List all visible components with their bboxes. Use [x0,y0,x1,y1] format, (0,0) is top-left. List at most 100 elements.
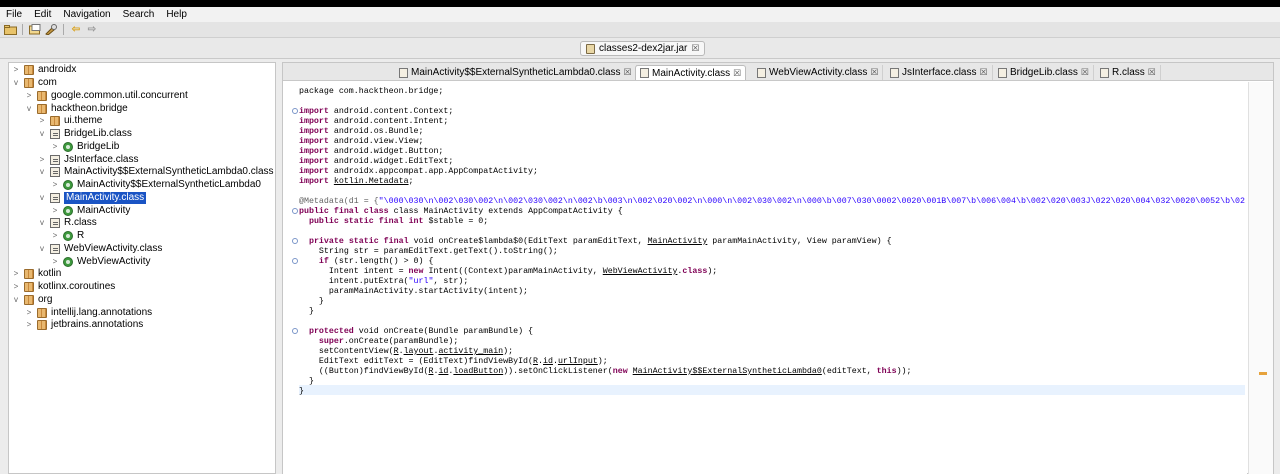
tree-item[interactable]: v WebViewActivity.class [38,243,162,256]
tree-item[interactable]: > ui.theme [38,115,102,128]
code-link[interactable]: id [543,357,553,366]
chevron-down-icon[interactable]: v [12,77,20,89]
close-icon[interactable]: ☒ [1148,67,1156,78]
tree-item[interactable]: > WebViewActivity [51,255,151,268]
code-editor[interactable]: package com.hacktheon.bridge; import and… [283,82,1247,474]
chevron-down-icon[interactable]: v [38,166,46,178]
chevron-down-icon[interactable]: v [38,128,46,140]
code-link[interactable]: id [438,367,448,376]
menu-search[interactable]: Search [117,7,161,22]
top-black-bar [0,0,1280,7]
tree-item[interactable]: > kotlin [12,268,61,281]
close-icon[interactable]: ☒ [624,67,632,78]
back-arrow-icon[interactable]: ⇦ [69,24,83,36]
code-link[interactable]: WebViewActivity [603,267,678,276]
chevron-down-icon[interactable]: v [38,243,46,255]
chevron-right-icon[interactable]: > [51,141,59,153]
code-line: ((Button)findViewById(R.id.loadButton)).… [318,367,912,376]
tree-item[interactable]: v BridgeLib.class [38,128,132,141]
tree-item[interactable]: > google.common.util.concurrent [25,90,188,103]
menu-file[interactable]: File [0,7,28,22]
fold-marker-icon[interactable] [292,208,298,214]
class-file-icon [757,67,766,78]
package-icon [24,294,34,305]
open-file-icon[interactable] [28,24,42,36]
tab-bridgelib[interactable]: BridgeLib.class ☒ [994,65,1094,80]
tree-item[interactable]: > MainActivity$$ExternalSyntheticLambda0 [51,179,261,192]
chevron-right-icon[interactable]: > [12,64,20,76]
fold-marker-icon[interactable] [292,238,298,244]
code-line: import android.content.Context; [299,107,454,116]
overview-marker[interactable] [1259,372,1267,375]
tree-item-label: kotlinx.coroutines [38,281,116,293]
package-icon [37,90,47,101]
tab-webviewactivity[interactable]: WebViewActivity.class ☒ [753,65,884,80]
package-icon [24,78,34,89]
close-icon[interactable]: ☒ [691,43,699,54]
class-icon [63,256,73,267]
code-link[interactable]: MainActivity [648,237,708,246]
tree-item[interactable]: v R.class [38,217,97,230]
tree-item[interactable]: > BridgeLib [51,141,119,154]
code-link[interactable]: urlInput [558,357,598,366]
tree-item[interactable]: v hacktheon.bridge [25,102,128,115]
chevron-right-icon[interactable]: > [51,205,59,217]
class-file-icon [50,154,60,165]
chevron-right-icon[interactable]: > [25,90,33,102]
tree-item[interactable]: v org [12,294,52,307]
menu-navigation[interactable]: Navigation [57,7,116,22]
chevron-down-icon[interactable]: v [38,192,46,204]
chevron-right-icon[interactable]: > [51,230,59,242]
tab-r[interactable]: R.class ☒ [1096,65,1161,80]
chevron-right-icon[interactable]: > [12,281,20,293]
tree-item[interactable]: > androidx [12,64,76,77]
fold-marker-icon[interactable] [292,258,298,264]
code-link[interactable]: kotlin.Metadata [334,177,409,186]
fold-marker-icon[interactable] [292,328,298,334]
chevron-down-icon[interactable]: v [12,294,20,306]
chevron-right-icon[interactable]: > [12,268,20,280]
code-link[interactable]: layout [404,347,434,356]
forward-arrow-icon[interactable]: ⇨ [85,24,99,36]
chevron-right-icon[interactable]: > [51,256,59,268]
tree-item[interactable]: v MainActivity.class [38,191,147,205]
code-link[interactable]: activity_main [438,347,503,356]
code-link[interactable]: MainActivity$$ExternalSyntheticLambda0 [633,367,822,376]
chevron-right-icon[interactable]: > [38,115,46,127]
tree-item-label: org [38,293,53,305]
tab-mainactivity[interactable]: MainActivity.class ☒ [635,65,747,80]
tree-item[interactable]: v MainActivity$$ExternalSyntheticLambda0.… [38,166,274,179]
tab-label: R.class [1112,67,1145,78]
file-tab[interactable]: classes2-dex2jar.jar ☒ [580,41,706,56]
tree-item[interactable]: > jetbrains.annotations [25,319,143,332]
chevron-right-icon[interactable]: > [38,154,46,166]
tab-jsinterface[interactable]: JsInterface.class ☒ [886,65,993,80]
open-folder-icon[interactable] [3,24,17,36]
tree-item[interactable]: > kotlinx.coroutines [12,281,115,294]
tab-mainactivity-lambda[interactable]: MainActivity$$ExternalSyntheticLambda0.c… [395,65,637,80]
tree-item[interactable]: > MainActivity [51,204,130,217]
fold-marker-icon[interactable] [292,108,298,114]
menu-help[interactable]: Help [160,7,193,22]
chevron-right-icon[interactable]: > [51,179,59,191]
chevron-down-icon[interactable]: v [38,217,46,229]
tree-item[interactable]: > intellij.lang.annotations [25,306,152,319]
code-link[interactable]: loadButton [453,367,503,376]
chevron-right-icon[interactable]: > [25,307,33,319]
menu-edit[interactable]: Edit [28,7,57,22]
toolbar-separator [22,24,23,35]
overview-ruler[interactable] [1248,82,1273,474]
close-icon[interactable]: ☒ [733,68,741,79]
tree-item[interactable]: v com [12,77,57,90]
menu-bar: File Edit Navigation Search Help [0,7,1280,22]
jar-icon [586,43,595,54]
chevron-down-icon[interactable]: v [25,103,33,115]
package-tree: > androidx v com > google.common.util.concurr… [8,62,276,474]
chevron-right-icon[interactable]: > [25,319,33,331]
close-icon[interactable]: ☒ [1081,67,1089,78]
tree-item[interactable]: > R [51,230,84,243]
close-icon[interactable]: ☒ [979,67,987,78]
build-icon[interactable] [44,24,58,36]
close-icon[interactable]: ☒ [870,67,878,78]
tree-item[interactable]: > JsInterface.class [38,153,138,166]
